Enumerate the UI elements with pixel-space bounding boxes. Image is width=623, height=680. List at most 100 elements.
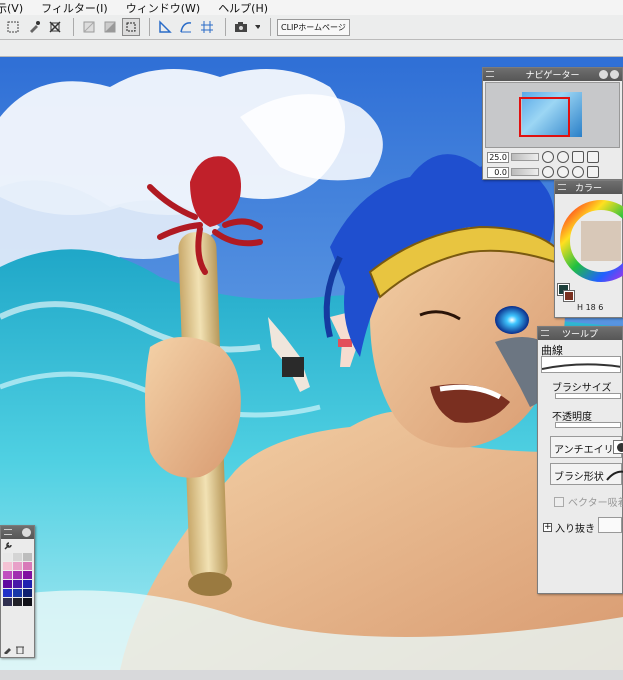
- sub-color-swatch[interactable]: [563, 290, 575, 302]
- palette-swatch[interactable]: [23, 562, 32, 570]
- brush-size-label: ブラシサイズ: [552, 383, 612, 394]
- camera-icon[interactable]: [232, 18, 250, 36]
- resize-icon[interactable]: [46, 18, 64, 36]
- color-wheel[interactable]: [555, 195, 623, 285]
- palette-swatch[interactable]: [3, 571, 12, 579]
- rotate-left-icon[interactable]: [542, 166, 554, 178]
- palette-title-bar[interactable]: [1, 526, 34, 539]
- menu-bar: 示(V) フィルター(I) ウィンドウ(W) ヘルプ(H): [0, 0, 623, 15]
- palette-swatch[interactable]: [23, 598, 32, 606]
- menu-window[interactable]: ウィンドウ(W): [126, 0, 200, 16]
- reset-rotation-icon[interactable]: [572, 166, 584, 178]
- value-s: 6: [598, 303, 604, 312]
- palette-swatch[interactable]: [3, 589, 12, 597]
- close-icon[interactable]: [610, 70, 619, 79]
- brush-shape-row: ブラシ形状: [550, 463, 623, 485]
- palette-swatch[interactable]: [13, 571, 22, 579]
- curve-ruler-icon[interactable]: [177, 18, 195, 36]
- rotate-right-icon[interactable]: [557, 166, 569, 178]
- navigator-view-frame[interactable]: [519, 97, 570, 137]
- color-set-grid: [3, 553, 32, 606]
- grip-icon[interactable]: [541, 330, 549, 336]
- antialias-toggle[interactable]: [613, 440, 623, 454]
- clip-homepage-button[interactable]: CLIPホームページ: [277, 18, 350, 36]
- palette-swatch[interactable]: [23, 589, 32, 597]
- expand-icon[interactable]: +: [543, 523, 552, 532]
- fit-icon[interactable]: [572, 151, 584, 163]
- wrench-icon[interactable]: [3, 541, 13, 551]
- minimize-icon[interactable]: [599, 70, 608, 79]
- toolbar-separator: [149, 18, 150, 36]
- zoom-in-icon[interactable]: [557, 151, 569, 163]
- transform-icon[interactable]: [4, 18, 22, 36]
- value-h: 18: [585, 303, 596, 312]
- zoom-slider[interactable]: [511, 153, 539, 161]
- flip-vertical-icon[interactable]: [587, 166, 599, 178]
- palette-swatch[interactable]: [13, 580, 22, 588]
- navigator-preview[interactable]: [485, 82, 620, 148]
- palette-swatch[interactable]: [3, 553, 12, 561]
- menu-view[interactable]: 示(V): [0, 0, 23, 16]
- ruler-icon[interactable]: [156, 18, 174, 36]
- brush-stroke-preview: [541, 356, 621, 373]
- palette-swatch[interactable]: [3, 562, 12, 570]
- navigator-panel: ナビゲーター 25.0 0.0: [482, 67, 623, 180]
- zoom-out-icon[interactable]: [542, 151, 554, 163]
- grip-icon[interactable]: [486, 71, 494, 77]
- palette-swatch[interactable]: [23, 571, 32, 579]
- vector-snap-label: ベクター吸着: [568, 498, 623, 509]
- eyedropper-icon[interactable]: [3, 644, 13, 655]
- value-label: H: [577, 303, 584, 312]
- clear-icon[interactable]: [80, 18, 98, 36]
- menu-filter[interactable]: フィルター(I): [41, 0, 108, 16]
- status-bar: [0, 670, 623, 680]
- palette-swatch[interactable]: [13, 589, 22, 597]
- antialias-row: アンチエイリア: [550, 436, 623, 458]
- color-set-panel: [0, 525, 35, 658]
- close-icon[interactable]: [22, 528, 31, 537]
- pick-color-icon[interactable]: [25, 18, 43, 36]
- rotation-value[interactable]: 0.0: [487, 166, 509, 178]
- color-values: H 18 6: [577, 303, 603, 312]
- tool-property-panel: ツールプ 曲線 ブラシサイズ 不透明度 アンチエイリア ブラシ形状 ベクター吸着…: [537, 326, 623, 594]
- rotation-slider[interactable]: [511, 168, 539, 176]
- panel-title: カラー: [574, 184, 602, 194]
- taper-dropdown[interactable]: [598, 517, 622, 533]
- palette-swatch[interactable]: [23, 553, 32, 561]
- zoom-value[interactable]: 25.0: [487, 151, 509, 163]
- perspective-ruler-icon[interactable]: [198, 18, 216, 36]
- selection-icon[interactable]: [122, 18, 140, 36]
- brush-shape-preview[interactable]: [605, 468, 623, 482]
- palette-swatch[interactable]: [13, 562, 22, 570]
- menu-help[interactable]: ヘルプ(H): [218, 0, 268, 16]
- grip-icon[interactable]: [4, 529, 12, 535]
- palette-swatch[interactable]: [3, 580, 12, 588]
- panel-title: ナビゲーター: [525, 71, 580, 81]
- flip-icon[interactable]: [587, 151, 599, 163]
- clip-studio-window: 示(V) フィルター(I) ウィンドウ(W) ヘルプ(H) CLIPホームページ…: [0, 0, 623, 680]
- palette-swatch[interactable]: [23, 580, 32, 588]
- palette-swatch[interactable]: [3, 598, 12, 606]
- tool-property-title-bar[interactable]: ツールプ: [538, 327, 622, 340]
- toolbar-strip: [0, 40, 623, 57]
- palette-swatch[interactable]: [13, 553, 22, 561]
- fill-icon[interactable]: [101, 18, 119, 36]
- toolbar-separator: [225, 18, 226, 36]
- command-bar: CLIPホームページ: [0, 15, 623, 40]
- chevron-down-icon[interactable]: [253, 18, 261, 36]
- toolbar-separator: [73, 18, 74, 36]
- brush-size-slider[interactable]: [555, 393, 621, 399]
- navigator-title-bar[interactable]: ナビゲーター: [483, 68, 622, 81]
- rotate-row: 0.0: [487, 166, 599, 178]
- grip-icon[interactable]: [558, 184, 566, 190]
- opacity-slider[interactable]: [555, 422, 621, 428]
- vector-snap-checkbox[interactable]: [554, 497, 564, 507]
- palette-swatch[interactable]: [13, 598, 22, 606]
- opacity-label: 不透明度: [552, 412, 592, 423]
- panel-title: ツールプ: [561, 330, 598, 340]
- toolbar-separator: [270, 18, 271, 36]
- taper-label: 入り抜き: [555, 524, 595, 535]
- color-title-bar[interactable]: カラー: [555, 181, 622, 194]
- brush-shape-label: ブラシ形状: [554, 472, 604, 483]
- trash-icon[interactable]: [15, 644, 25, 655]
